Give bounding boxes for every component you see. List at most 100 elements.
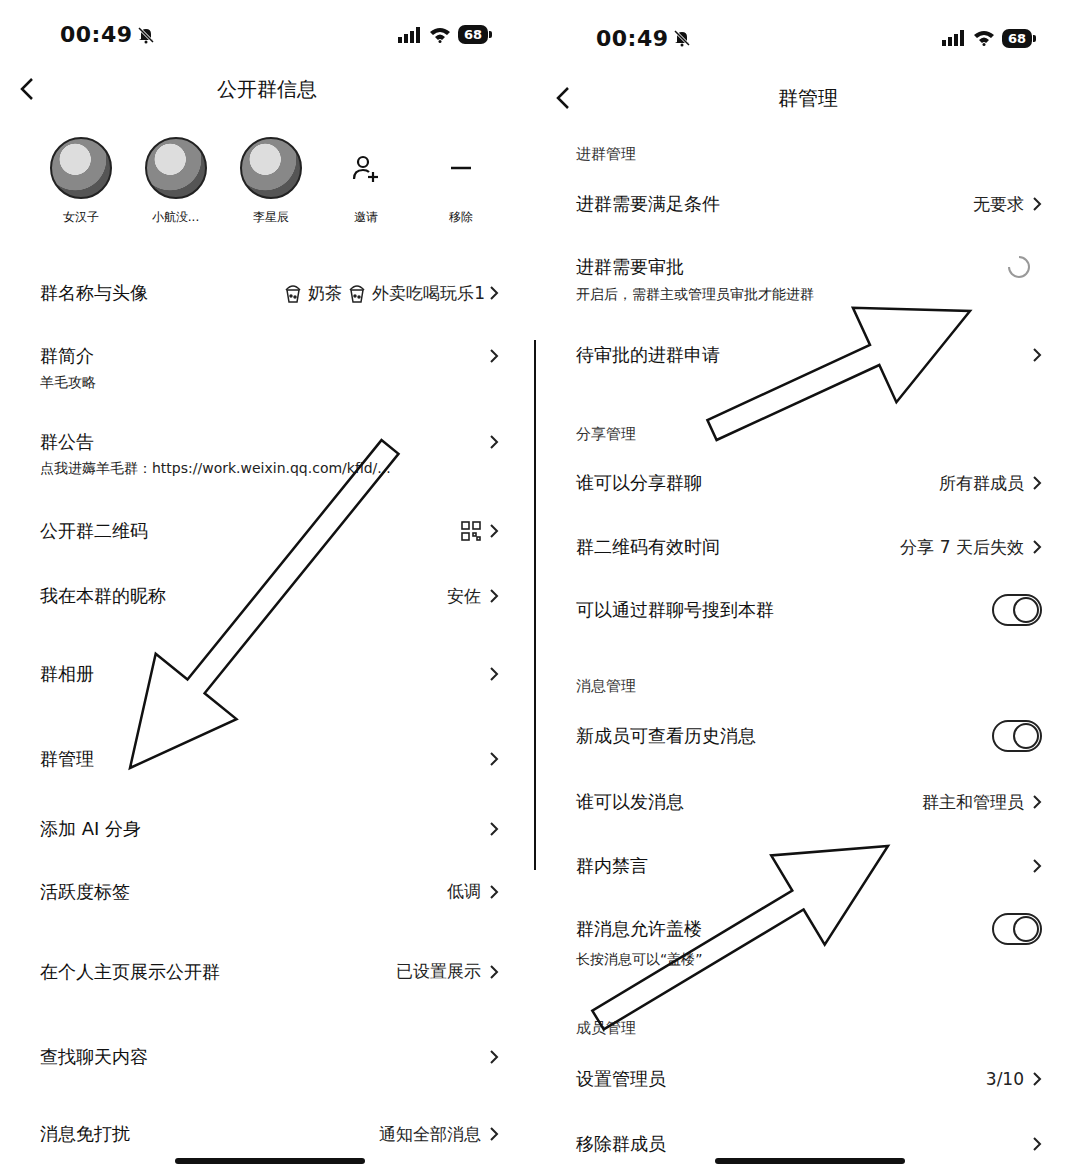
settings-row[interactable]: 移除群成员: [536, 1114, 1080, 1174]
toggle-switch[interactable]: [992, 720, 1042, 752]
wifi-icon: [973, 30, 995, 46]
mute-bell-icon: [673, 29, 691, 47]
settings-row[interactable]: 进群需要审批开启后，需群主或管理员审批才能进群: [536, 238, 1080, 320]
row-right: 3/10: [986, 1069, 1042, 1089]
settings-row[interactable]: 设置管理员 3/10: [536, 1044, 1080, 1114]
row-label: 待审批的进群申请: [576, 343, 720, 367]
row-sublabel: 羊毛攻略: [40, 374, 499, 392]
back-chevron-icon[interactable]: [556, 86, 570, 110]
back-chevron-icon[interactable]: [20, 77, 34, 101]
annotation-arrows: [0, 0, 1080, 1174]
settings-row[interactable]: 群管理: [0, 719, 534, 799]
settings-row[interactable]: 群简介羊毛攻略: [0, 327, 534, 409]
row-value: 已设置展示: [396, 960, 481, 983]
chevron-right-icon: [489, 666, 499, 682]
chevron-right-icon: [489, 434, 499, 450]
member-name: 小航没...: [152, 209, 199, 226]
back-button[interactable]: [0, 77, 60, 101]
loading-spinner-icon: [1006, 254, 1032, 280]
row-right: 所有群成员: [939, 472, 1042, 495]
settings-row[interactable]: 可以通过群聊号搜到本群: [536, 578, 1080, 642]
row-value: 通知全部消息: [379, 1123, 481, 1146]
signal-icon: [942, 30, 966, 46]
chevron-right-icon: [489, 751, 499, 767]
member-avatar: [50, 137, 112, 199]
row-label: 公开群二维码: [40, 519, 148, 543]
chevron-right-icon: [489, 964, 499, 980]
home-indicator: [175, 1158, 365, 1164]
section-label: 成员管理: [576, 1019, 1042, 1038]
row-right: 奶茶外卖吃喝玩乐1: [282, 282, 499, 305]
settings-row[interactable]: 群内禁言: [536, 834, 1080, 898]
section-header: 成员管理: [536, 984, 1080, 1044]
settings-row[interactable]: 群消息允许盖楼长按消息可以“盖楼”: [536, 898, 1080, 984]
settings-row[interactable]: 群公告点我进薅羊毛群：https://work.weixin.qq.com/kf…: [0, 409, 534, 499]
settings-row[interactable]: 我在本群的昵称 安佐: [0, 563, 534, 629]
toggle-switch[interactable]: [992, 913, 1042, 945]
arrow-icon: [707, 308, 970, 440]
nav-bar: 群管理: [536, 76, 1080, 120]
row-label: 进群需要审批: [576, 255, 684, 279]
section-label: 消息管理: [576, 677, 1042, 696]
toggle-knob: [1013, 916, 1039, 942]
member-item[interactable]: 女汉子: [33, 137, 128, 231]
chevron-right-icon: [489, 821, 499, 837]
settings-row[interactable]: 待审批的进群申请: [536, 320, 1080, 390]
member-item[interactable]: 移除: [413, 137, 508, 231]
row-line: 进群需要满足条件无要求: [576, 192, 1042, 216]
signal-icon: [398, 27, 422, 43]
toggle-switch[interactable]: [992, 594, 1042, 626]
group-name-part: 奶茶: [308, 282, 342, 305]
settings-row[interactable]: 进群需要满足条件无要求: [536, 170, 1080, 238]
chevron-right-icon: [489, 884, 499, 900]
row-label: 设置管理员: [576, 1067, 666, 1091]
row-line: 群管理: [40, 747, 499, 771]
settings-row[interactable]: 群相册: [0, 629, 534, 719]
member-item[interactable]: 小航没...: [128, 137, 223, 231]
settings-row[interactable]: 群二维码有效时间分享 7 天后失效: [536, 516, 1080, 578]
chevron-right-icon: [1032, 1071, 1042, 1087]
member-item[interactable]: 邀请: [318, 137, 413, 231]
member-name: 李星辰: [253, 209, 289, 226]
settings-row[interactable]: 谁可以发消息群主和管理员: [536, 770, 1080, 834]
settings-row[interactable]: 活跃度标签低调: [0, 859, 534, 924]
row-line: 设置管理员 3/10: [576, 1067, 1042, 1091]
row-label: 我在本群的昵称: [40, 584, 166, 608]
settings-row[interactable]: 谁可以分享群聊所有群成员: [536, 450, 1080, 516]
status-bar: 00:4968: [0, 0, 534, 69]
remove-slot: [430, 137, 492, 199]
row-line: 群消息允许盖楼: [576, 913, 1042, 945]
member-name: 邀请: [354, 209, 378, 226]
row-value: 安佐: [447, 585, 481, 608]
drink-emoji-icon: [282, 282, 304, 304]
settings-row[interactable]: 新成员可查看历史消息: [536, 702, 1080, 770]
row-line: 待审批的进群申请: [576, 343, 1042, 367]
section-label: 分享管理: [576, 425, 1042, 444]
row-sublabel: 点我进薅羊毛群：https://work.weixin.qq.com/kfid/…: [40, 460, 499, 478]
mute-bell-icon: [137, 26, 155, 44]
chevron-right-icon: [1032, 539, 1042, 555]
member-item[interactable]: 李星辰: [223, 137, 318, 231]
settings-row[interactable]: 在个人主页展示公开群已设置展示: [0, 924, 534, 1019]
settings-row[interactable]: 添加 AI 分身: [0, 799, 534, 859]
row-right: [489, 666, 499, 682]
row-value: 低调: [447, 880, 481, 903]
row-line: 群公告: [40, 430, 499, 454]
chevron-right-icon: [489, 285, 499, 301]
settings-row[interactable]: 公开群二维码: [0, 499, 534, 563]
chevron-right-icon: [489, 1126, 499, 1142]
row-line: 活跃度标签低调: [40, 880, 499, 904]
row-label: 群名称与头像: [40, 281, 148, 305]
status-right: 68: [942, 29, 1036, 48]
add-person-icon: [351, 153, 381, 183]
member-strip: 女汉子小航没... 李星辰 邀请 移除: [0, 109, 534, 231]
row-right: [992, 913, 1042, 945]
nav-bar: 公开群信息: [0, 69, 534, 109]
settings-row[interactable]: 查找聊天内容: [0, 1019, 534, 1094]
back-button[interactable]: [536, 86, 596, 110]
battery-tip: [1033, 35, 1036, 42]
row-line: 在个人主页展示公开群已设置展示: [40, 960, 499, 984]
settings-row[interactable]: 群名称与头像 奶茶外卖吃喝玩乐1: [0, 259, 534, 327]
group-manage-screen: 00:4968群管理进群管理进群需要满足条件无要求进群需要审批开启后，需群主或管…: [536, 0, 1080, 1174]
row-line: 添加 AI 分身: [40, 817, 499, 841]
